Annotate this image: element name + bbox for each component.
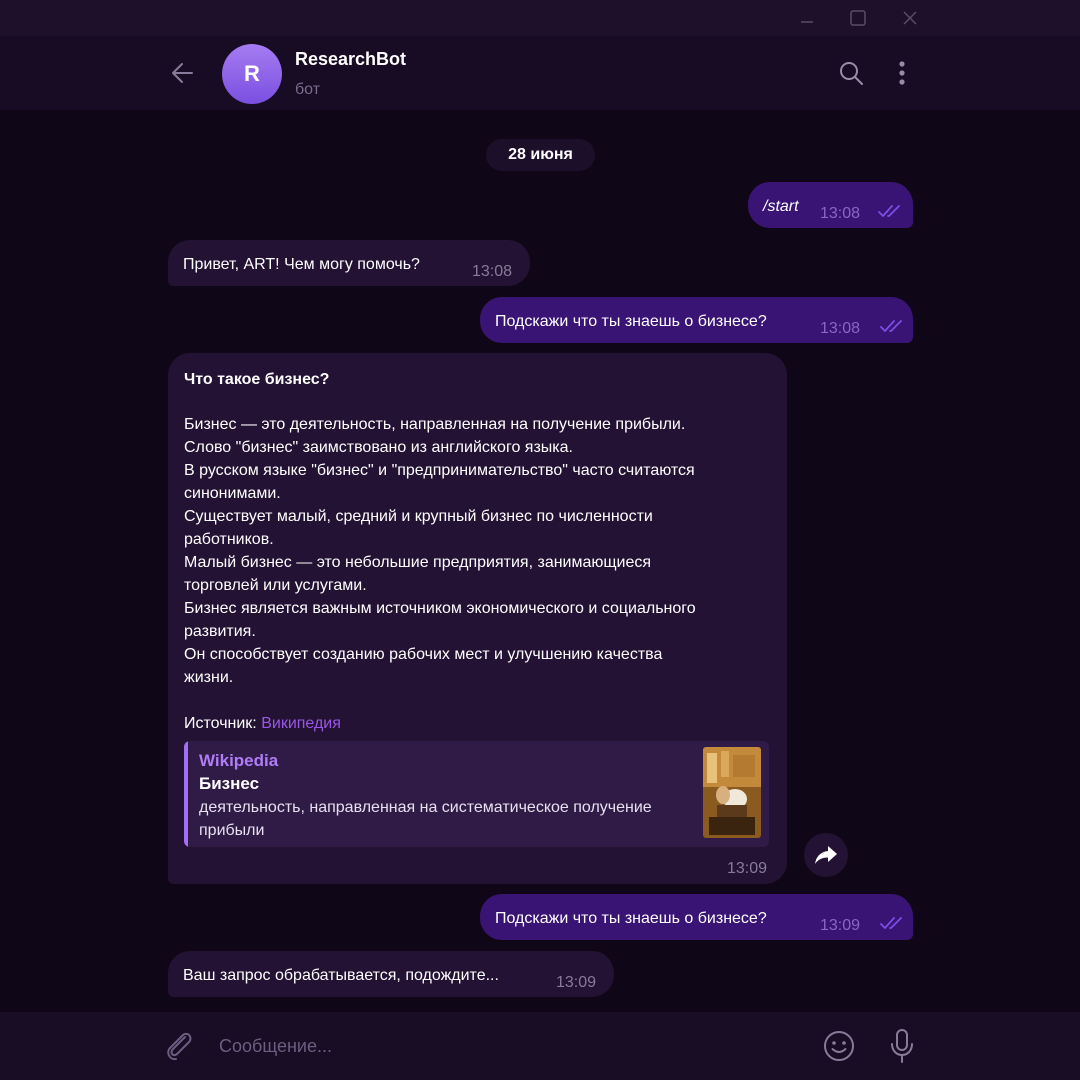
message-time: 13:08 — [472, 263, 513, 280]
microphone-icon[interactable] — [888, 1027, 916, 1065]
forward-button[interactable] — [804, 833, 848, 877]
answer-line: Слово "бизнес" заимствовано из английско… — [184, 439, 573, 456]
message-list[interactable]: 28 июня /start 13:08 Привет, ART! Чем мо… — [0, 110, 1080, 1012]
composer — [0, 1012, 1080, 1080]
answer-line: В русском языке "бизнес" и "предпринимат… — [184, 462, 695, 479]
message-outgoing[interactable]: /start 13:08 — [748, 182, 913, 228]
link-preview[interactable]: Wikipedia Бизнес деятельность, направлен… — [184, 741, 769, 847]
read-checks-icon — [880, 917, 902, 929]
search-icon[interactable] — [838, 60, 864, 86]
answer-line: синонимами. — [184, 485, 281, 502]
chat-status: бот — [295, 81, 321, 98]
preview-site-name: Wikipedia — [199, 751, 279, 770]
avatar[interactable]: R — [222, 44, 282, 104]
message-text: Подскажи что ты знаешь о бизнесе? — [495, 313, 767, 330]
source-line: Источник: Википедия — [184, 712, 341, 735]
source-label: Источник: — [184, 715, 257, 732]
paperclip-icon[interactable] — [163, 1029, 195, 1063]
answer-line: Существует малый, средний и крупный бизн… — [184, 508, 653, 525]
chat-title[interactable]: ResearchBot — [295, 49, 406, 70]
message-outgoing[interactable]: Подскажи что ты знаешь о бизнесе? 13:08 — [480, 297, 913, 343]
preview-title: Бизнес — [199, 774, 260, 793]
answer-line: жизни. — [184, 669, 234, 686]
message-text: Ваш запрос обрабатывается, подождите... — [183, 967, 499, 984]
message-text: /start — [763, 198, 799, 215]
source-link[interactable]: Википедия — [261, 715, 341, 732]
preview-accent-bar — [184, 741, 188, 847]
message-text: Привет, ART! Чем могу помочь? — [183, 256, 420, 273]
read-checks-icon — [878, 205, 900, 217]
read-checks-icon — [880, 320, 902, 332]
answer-line: Бизнес является важным источником эконом… — [184, 600, 696, 617]
answer-line: торговлей или услугами. — [184, 577, 367, 594]
message-text: Подскажи что ты знаешь о бизнесе? — [495, 910, 767, 927]
message-incoming[interactable]: Ваш запрос обрабатывается, подождите... … — [168, 951, 614, 997]
answer-line: Бизнес — это деятельность, направленная … — [184, 416, 686, 433]
smiley-icon[interactable] — [822, 1029, 856, 1063]
message-incoming[interactable]: Что такое бизнес? Бизнес — это деятельно… — [168, 353, 787, 884]
more-vertical-icon[interactable] — [892, 58, 912, 88]
message-time: 13:08 — [820, 205, 861, 222]
answer-line: Малый бизнес — это небольшие предприятия… — [184, 554, 652, 571]
minimize-icon[interactable] — [796, 7, 818, 29]
preview-description: деятельность, направленная на систематич… — [199, 799, 652, 839]
answer-line: работников. — [184, 531, 274, 548]
message-time: 13:09 — [556, 974, 597, 991]
answer-line: Он способствует созданию рабочих мест и … — [184, 646, 663, 663]
close-icon[interactable] — [899, 7, 921, 29]
forward-arrow-icon — [815, 846, 837, 864]
message-incoming[interactable]: Привет, ART! Чем могу помочь? 13:08 — [168, 240, 530, 286]
message-outgoing[interactable]: Подскажи что ты знаешь о бизнесе? 13:09 — [480, 894, 913, 940]
date-divider: 28 июня — [486, 139, 595, 171]
chat-header: R ResearchBot бот — [0, 36, 1080, 110]
message-time: 13:08 — [820, 320, 861, 337]
maximize-icon[interactable] — [847, 7, 869, 29]
window-titlebar — [0, 0, 1080, 36]
message-time: 13:09 — [727, 860, 768, 877]
preview-thumbnail[interactable] — [703, 747, 761, 838]
answer-line: развития. — [184, 623, 256, 640]
arrow-left-icon[interactable] — [168, 58, 198, 88]
answer-heading: Что такое бизнес? — [184, 371, 330, 388]
message-input[interactable] — [219, 1032, 779, 1060]
message-time: 13:09 — [820, 917, 861, 934]
